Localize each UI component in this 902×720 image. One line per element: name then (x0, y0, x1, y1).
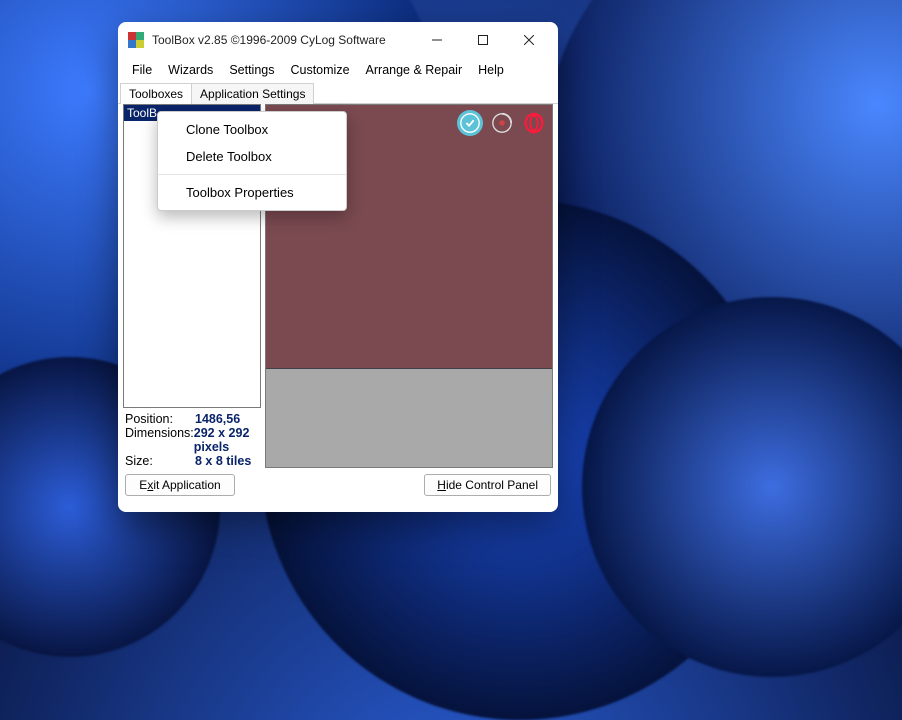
minimize-button[interactable] (414, 24, 460, 56)
tile-app1-icon[interactable] (457, 110, 483, 136)
app-window: ToolBox v2.85 ©1996-2009 CyLog Software … (118, 22, 558, 512)
menu-help[interactable]: Help (470, 61, 512, 79)
context-menu: Clone Toolbox Delete Toolbox Toolbox Pro… (157, 111, 347, 211)
preview-empty-area (266, 369, 552, 467)
hide-control-panel-button[interactable]: Hide Control Panel (424, 474, 551, 496)
dimensions-value: 292 x 292 pixels (194, 426, 259, 454)
window-title: ToolBox v2.85 ©1996-2009 CyLog Software (152, 33, 386, 47)
maximize-button[interactable] (460, 24, 506, 56)
app-icon (128, 32, 144, 48)
position-value: 1486,56 (195, 412, 240, 426)
context-separator (158, 174, 346, 175)
size-value: 8 x 8 tiles (195, 454, 251, 468)
menubar: File Wizards Settings Customize Arrange … (118, 58, 558, 82)
size-label: Size: (125, 454, 195, 468)
tabstrip: Toolboxes Application Settings (118, 82, 558, 104)
tab-application-settings[interactable]: Application Settings (191, 83, 314, 104)
menu-file[interactable]: File (124, 61, 160, 79)
tile-disc-icon[interactable] (489, 110, 515, 136)
menu-arrange-repair[interactable]: Arrange & Repair (358, 61, 471, 79)
position-label: Position: (125, 412, 195, 426)
context-clone-toolbox[interactable]: Clone Toolbox (158, 116, 346, 143)
tab-toolboxes[interactable]: Toolboxes (120, 83, 192, 104)
close-button[interactable] (506, 24, 552, 56)
context-toolbox-properties[interactable]: Toolbox Properties (158, 179, 346, 206)
menu-wizards[interactable]: Wizards (160, 61, 221, 79)
context-delete-toolbox[interactable]: Delete Toolbox (158, 143, 346, 170)
menu-settings[interactable]: Settings (221, 61, 282, 79)
exit-application-button[interactable]: Exit Application (125, 474, 235, 496)
titlebar[interactable]: ToolBox v2.85 ©1996-2009 CyLog Software (118, 22, 558, 58)
menu-customize[interactable]: Customize (282, 61, 357, 79)
dimensions-label: Dimensions: (125, 426, 194, 454)
tile-opera-icon[interactable] (521, 110, 547, 136)
info-block: Position: 1486,56 Dimensions: 292 x 292 … (123, 408, 261, 468)
